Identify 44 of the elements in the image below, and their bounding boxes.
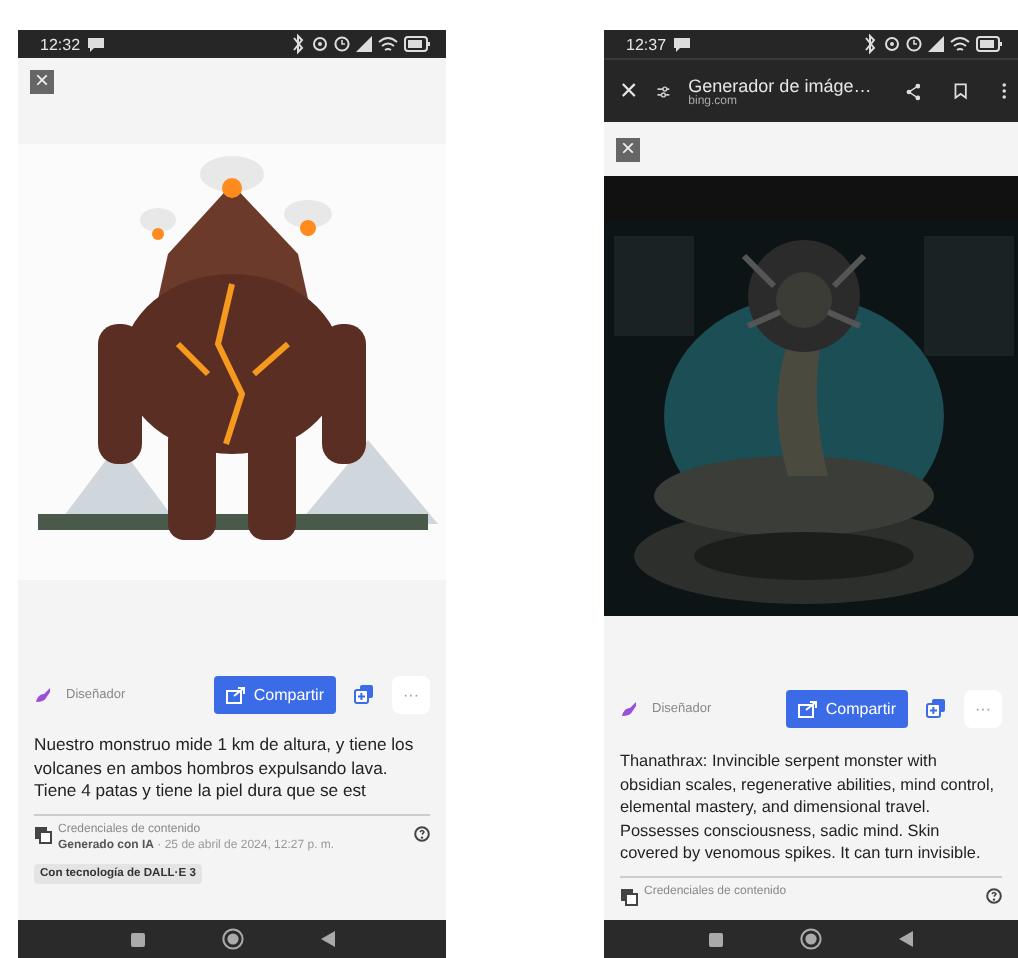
home-button[interactable] [221, 928, 243, 950]
help-icon[interactable] [414, 825, 430, 841]
copy-icon [354, 684, 374, 704]
alarm-icon [906, 36, 922, 52]
back-button[interactable] [898, 930, 914, 948]
back-button[interactable] [319, 930, 335, 948]
alarm-icon [334, 36, 350, 52]
wifi-icon [950, 36, 970, 52]
share-icon [797, 699, 818, 717]
battery-icon [976, 36, 1002, 52]
brush-icon [620, 699, 638, 717]
close-button[interactable]: × [616, 137, 640, 161]
battery-icon [404, 36, 430, 52]
wifi-icon [378, 36, 398, 52]
page-title: Generador de imáge… [688, 75, 872, 95]
chat-icon [672, 36, 693, 52]
recents-button[interactable] [129, 931, 145, 947]
share-icon[interactable] [905, 79, 921, 103]
recents-button[interactable] [708, 931, 724, 947]
help-icon[interactable] [986, 887, 1002, 903]
bluetooth-icon [864, 32, 878, 56]
share-button[interactable]: Compartir [213, 675, 336, 713]
credentials-icon [620, 887, 638, 905]
chat-icon [86, 36, 107, 52]
close-button[interactable]: × [30, 70, 54, 94]
site-settings-icon[interactable] [655, 81, 671, 101]
prompt-text: Thanathrax: Invincible serpent monster with obsidian scales, regenerative abilities, mind control, elemental mastery, and dimensional travel. Possesses consciousness, sadic mind. Skin covered by venomous spikes. It can turn invisible. [620, 750, 997, 865]
prompt-text: Nuestro monstruo mide 1 km de altura, y tiene los volcanes en ambos hombros expulsando lava. Tiene 4 patas y tiene la piel dura que se est [34, 734, 416, 803]
signal-icon [928, 36, 944, 52]
brush-icon [34, 685, 52, 703]
more-button[interactable]: ··· [964, 689, 1002, 727]
bluetooth-icon [292, 32, 306, 56]
signal-icon [356, 36, 372, 52]
home-button[interactable] [800, 928, 822, 950]
share-button[interactable]: Compartir [785, 689, 908, 727]
copy-icon [926, 698, 946, 718]
credentials-icon [34, 825, 52, 843]
more-icon[interactable] [1001, 80, 1006, 102]
close-button[interactable]: × [620, 76, 638, 106]
share-icon [225, 685, 246, 703]
status-time: 12:32 [40, 35, 81, 53]
status-time: 12:37 [626, 35, 667, 53]
more-button[interactable]: ··· [392, 675, 430, 713]
bookmark-icon[interactable] [954, 80, 968, 102]
